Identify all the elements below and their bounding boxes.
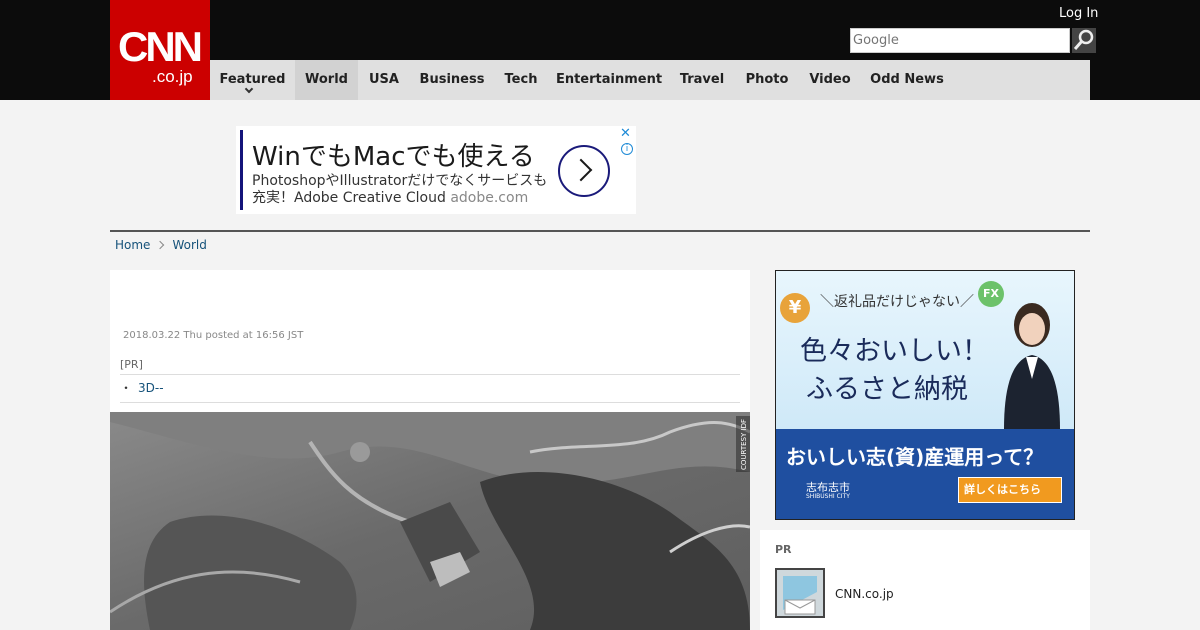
- main-nav: Featured World USA Business Tech Enterta…: [210, 60, 1090, 100]
- ad-description-text: 充実！Adobe Creative Cloud: [252, 190, 446, 206]
- top-banner-ad[interactable]: WinでもMacでも使える PhotoshopやIllustratorだけでなく…: [236, 126, 636, 214]
- ad-description-line2: 充実！Adobe Creative Cloud adobe.com: [252, 187, 528, 207]
- logo-domain: .co.jp: [152, 67, 193, 86]
- ad-city-en: SHIBUSHI CITY: [806, 493, 850, 500]
- nav-item-featured[interactable]: Featured: [210, 60, 295, 100]
- site-header: CNN .co.jp Log In Featured World USA Bus…: [0, 0, 1200, 100]
- article-card: 2018.03.22 Thu posted at 16:56 JST [PR] …: [110, 270, 750, 630]
- ad-headline-2: ふるさと納税: [806, 374, 968, 405]
- nav-item-video[interactable]: Video: [800, 60, 860, 100]
- envelope-icon: [777, 570, 823, 616]
- sidebar-ad[interactable]: ¥ FX ＼返礼品だけじゃない／ 色々おいしい！ ふるさと納税 おいしい志(資)…: [775, 270, 1075, 520]
- nav-item-business[interactable]: Business: [410, 60, 494, 100]
- nav-item-usa[interactable]: USA: [358, 60, 410, 100]
- sidebar-pr-box: PR CNN.co.jp: [760, 530, 1090, 630]
- breadcrumb-world[interactable]: World: [172, 238, 206, 252]
- photo-credit: COURTESY IDF: [736, 416, 750, 472]
- pr-link[interactable]: ・ 3D--: [120, 379, 740, 399]
- article-photo: COURTESY IDF: [110, 412, 750, 630]
- nav-item-photo[interactable]: Photo: [734, 60, 800, 100]
- breadcrumb-home[interactable]: Home: [115, 238, 150, 252]
- nav-item-odd-news[interactable]: Odd News: [860, 60, 954, 100]
- ad-question: おいしい志(資)産運用って？: [786, 445, 1044, 469]
- breadcrumb: Home World: [115, 238, 207, 252]
- search-input[interactable]: [850, 28, 1070, 53]
- pr-link-text: 3D--: [138, 381, 164, 395]
- yen-coin-icon: ¥: [780, 293, 810, 323]
- nav-item-tech[interactable]: Tech: [494, 60, 548, 100]
- spokesperson-image: [1004, 303, 1060, 429]
- ad-headline: WinでもMacでも使える: [252, 142, 535, 172]
- ad-tagline: ＼返礼品だけじゃない／: [820, 294, 974, 310]
- search-button[interactable]: [1072, 28, 1096, 53]
- close-icon[interactable]: ✕: [620, 126, 631, 141]
- pr-item-title[interactable]: CNN.co.jp: [835, 587, 894, 601]
- chevron-right-icon: [156, 240, 165, 250]
- section-divider: [110, 230, 1090, 232]
- bullet-icon: ・: [120, 381, 133, 395]
- photo-credit-text: COURTESY IDF: [740, 419, 748, 470]
- sidebar-ad-bottom: おいしい志(資)産運用って？ 志布志市 SHIBUSHI CITY 詳しくはこち…: [776, 429, 1074, 519]
- ad-domain: adobe.com: [450, 190, 529, 206]
- nav-item-entertainment[interactable]: Entertainment: [548, 60, 670, 100]
- login-link[interactable]: Log In: [1059, 6, 1098, 21]
- pr-label: [PR]: [120, 358, 143, 371]
- nav-item-world[interactable]: World: [295, 60, 358, 100]
- ad-details-button[interactable]: 詳しくはこちら: [958, 477, 1062, 503]
- nav-item-travel[interactable]: Travel: [670, 60, 734, 100]
- pr-rule-bottom: [120, 402, 740, 403]
- ad-accent-bar: [240, 130, 243, 210]
- satellite-image: [110, 412, 750, 630]
- pr-block: [PR] ・ 3D--: [120, 358, 740, 403]
- cnn-logo[interactable]: CNN .co.jp: [110, 0, 210, 100]
- pr-box-label: PR: [775, 543, 792, 556]
- pr-thumbnail[interactable]: [775, 568, 825, 618]
- sidebar-ad-top: ¥ FX ＼返礼品だけじゃない／ 色々おいしい！ ふるさと納税: [776, 271, 1074, 429]
- pr-rule: [120, 374, 740, 375]
- ad-arrow-button[interactable]: [558, 145, 610, 197]
- post-date: 2018.03.22 Thu posted at 16:56 JST: [123, 330, 304, 341]
- magnifier-icon: [1073, 29, 1094, 50]
- ad-headline-1: 色々おいしい！: [800, 336, 989, 367]
- info-icon[interactable]: i: [621, 143, 633, 155]
- logo-wordmark: CNN: [118, 23, 203, 70]
- nav-item-label: Featured: [219, 72, 286, 87]
